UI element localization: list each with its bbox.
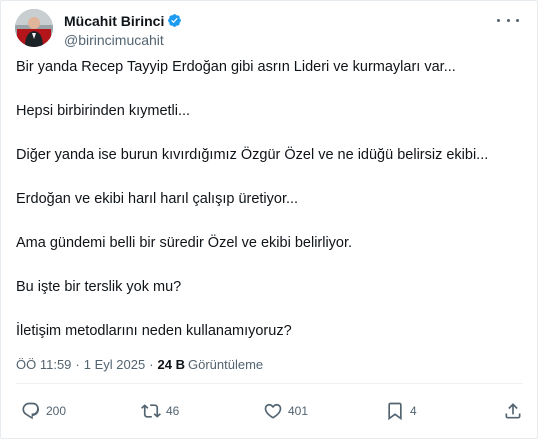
tweet-header: Mücahit Birinci @birincimucahit [15,9,523,49]
tweet-date[interactable]: 1 Eyl 2025 [84,357,145,372]
reply-button[interactable]: 200 [21,398,66,424]
tweet-card: Mücahit Birinci @birincimucahit Bir yand… [0,0,538,439]
author-names: Mücahit Birinci @birincimucahit [64,12,182,48]
tweet-text-line: İletişim metodlarını neden kullanamıyoru… [16,323,292,339]
display-name-row: Mücahit Birinci [64,12,182,29]
display-name[interactable]: Mücahit Birinci [64,13,164,29]
bookmark-count: 4 [410,404,417,418]
retweet-count: 46 [166,404,180,418]
tweet-text: Bir yanda Recep Tayyip Erdoğan gibi asrı… [16,57,523,341]
reply-count: 200 [46,404,67,418]
share-icon [505,403,521,419]
bookmark-button[interactable]: 4 [385,398,417,424]
tweet-text-line: Ama gündemi belli bir süredir Özel ve ek… [16,235,353,251]
retweet-button[interactable]: 46 [141,398,179,424]
author-handle[interactable]: @birincimucahit [64,32,182,48]
verified-badge-icon[interactable] [167,13,182,28]
views-label: Görüntüleme [188,357,264,372]
heart-icon [264,403,282,419]
tweet-text-line: Bir yanda Recep Tayyip Erdoğan gibi asrı… [16,59,456,75]
bookmark-icon [388,402,402,421]
views-count: 24 B [157,357,185,372]
reply-icon [22,402,40,420]
tweet-time[interactable]: ÖÖ 11:59 [16,357,71,372]
avatar[interactable] [15,9,53,47]
tweet-text-line: Bu işte bir terslik yok mu? [16,279,182,295]
share-button[interactable] [503,398,523,424]
like-count: 401 [288,404,309,418]
divider [16,383,523,384]
tweet-meta: ÖÖ 11:59 · 1 Eyl 2025 · 24 B Görüntüleme [16,357,263,372]
tweet-text-line: Hepsi birbirinden kıymetli... [16,103,191,119]
action-bar: 200 46 401 4 [1,398,537,424]
like-button[interactable]: 401 [263,398,308,424]
more-options-icon[interactable] [497,13,519,27]
meta-separator: · [75,357,80,372]
tweet-text-line: Diğer yanda ise burun kıvırdığımız Özgür… [16,147,489,163]
tweet-text-line: Erdoğan ve ekibi harıl harıl çalışıp üre… [16,191,299,207]
retweet-icon [141,404,161,418]
meta-separator: · [149,357,154,372]
